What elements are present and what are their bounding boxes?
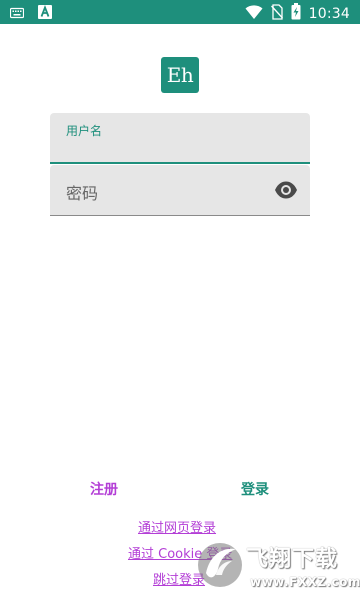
username-field[interactable]: 用户名: [50, 113, 310, 164]
eye-icon[interactable]: [274, 180, 298, 200]
keyboard-icon: [9, 4, 25, 23]
login-via-web-link[interactable]: 通过网页登录: [138, 517, 216, 536]
status-right: 10:34: [245, 3, 350, 24]
app-logo: Eh: [161, 57, 199, 93]
register-button[interactable]: 注册: [90, 479, 118, 499]
app-a-icon: [38, 4, 52, 23]
wifi-icon: [245, 4, 263, 24]
clock: 10:34: [308, 5, 350, 22]
password-field[interactable]: 密码: [50, 165, 310, 216]
no-sim-icon: [270, 3, 283, 24]
password-placeholder: 密码: [66, 184, 99, 203]
status-left: [9, 4, 52, 23]
skip-login-link[interactable]: 跳过登录: [153, 569, 205, 588]
watermark-title: 飞翔下载: [246, 547, 339, 572]
login-button[interactable]: 登录: [241, 479, 269, 499]
battery-charging-icon: [291, 3, 301, 24]
login-via-cookie-link[interactable]: 通过 Cookie 登录: [128, 543, 232, 562]
watermark-url: www.FXXZ.com: [250, 575, 360, 589]
status-bar: 10:34: [0, 0, 360, 24]
login-screen: 10:34 Eh 用户名 密码 注册 登录 通过网页登录 通过 Cookie 登…: [0, 0, 360, 600]
username-label: 用户名: [66, 124, 103, 138]
